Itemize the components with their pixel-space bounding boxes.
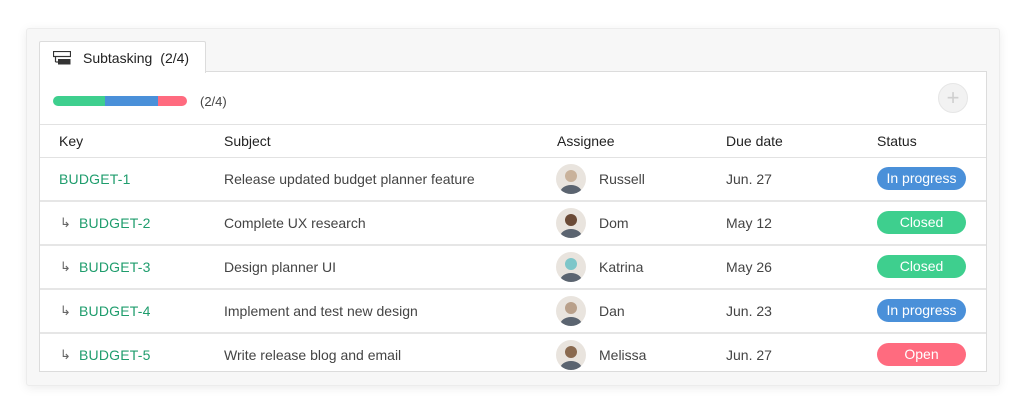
subtask-arrow-icon: ↳ <box>60 215 71 230</box>
task-key-link[interactable]: BUDGET-2 <box>79 215 151 231</box>
table-row[interactable]: ↳ BUDGET-4 Implement and test new design Da… <box>40 290 986 334</box>
column-status[interactable]: Status <box>877 133 917 149</box>
due-date: Jun. 23 <box>726 303 772 319</box>
assignee-name: Melissa <box>599 347 647 363</box>
column-subject[interactable]: Subject <box>224 133 271 149</box>
assignee-name: Dom <box>599 215 629 231</box>
progress-segment-in-progress <box>105 96 158 106</box>
task-subject[interactable]: Design planner UI <box>224 259 336 275</box>
status-badge[interactable]: In progress <box>877 299 966 322</box>
column-due-date[interactable]: Due date <box>726 133 783 149</box>
table-row[interactable]: ↳ BUDGET-2 Complete UX research Dom May 12 Cl… <box>40 202 986 246</box>
task-subject[interactable]: Implement and test new design <box>224 303 418 319</box>
tab-subtasking[interactable]: Subtasking (2/4) <box>39 41 206 73</box>
assignee-name: Katrina <box>599 259 644 275</box>
avatar <box>556 164 586 194</box>
subtask-icon <box>53 50 73 66</box>
task-key-link[interactable]: BUDGET-3 <box>79 259 151 275</box>
progress-text: (2/4) <box>200 94 227 109</box>
avatar <box>556 296 586 326</box>
due-date: Jun. 27 <box>726 347 772 363</box>
table-row[interactable]: BUDGET-1 Release updated budget planner f… <box>40 158 986 202</box>
table-body: BUDGET-1 Release updated budget planner f… <box>40 158 986 376</box>
task-subject[interactable]: Complete UX research <box>224 215 366 231</box>
subtasking-card: Subtasking (2/4) (2/4) + Key Subject Ass… <box>26 28 1000 386</box>
subtask-table: Key Subject Assignee Due date Status BUD… <box>40 124 986 376</box>
add-subtask-button[interactable]: + <box>938 83 968 113</box>
tab-label: Subtasking <box>83 49 153 66</box>
table-header: Key Subject Assignee Due date Status <box>40 124 986 158</box>
due-date: May 26 <box>726 259 772 275</box>
task-key-link[interactable]: BUDGET-5 <box>79 347 151 363</box>
column-assignee[interactable]: Assignee <box>557 133 615 149</box>
status-badge[interactable]: Closed <box>877 211 966 234</box>
avatar <box>556 252 586 282</box>
assignee-name: Dan <box>599 303 625 319</box>
progress-segment-closed <box>53 96 106 106</box>
task-subject[interactable]: Release updated budget planner feature <box>224 171 475 187</box>
due-date: May 12 <box>726 215 772 231</box>
avatar <box>556 340 586 370</box>
task-subject[interactable]: Write release blog and email <box>224 347 401 363</box>
avatar <box>556 208 586 238</box>
status-badge[interactable]: Closed <box>877 255 966 278</box>
progress-segment-open <box>157 96 187 106</box>
assignee-name: Russell <box>599 171 645 187</box>
progress-bar <box>53 96 187 106</box>
tab-count: (2/4) <box>160 49 190 66</box>
task-key-link[interactable]: BUDGET-4 <box>79 303 151 319</box>
column-key[interactable]: Key <box>59 133 83 149</box>
status-badge[interactable]: Open <box>877 343 966 366</box>
progress-row: (2/4) + <box>40 72 986 124</box>
status-badge[interactable]: In progress <box>877 167 966 190</box>
table-row[interactable]: ↳ BUDGET-5 Write release blog and email Mel… <box>40 334 986 376</box>
subtask-arrow-icon: ↳ <box>60 347 71 362</box>
due-date: Jun. 27 <box>726 171 772 187</box>
subtask-panel: (2/4) + Key Subject Assignee Due date St… <box>39 71 987 372</box>
subtask-arrow-icon: ↳ <box>60 303 71 318</box>
plus-icon: + <box>946 85 960 110</box>
task-key-link[interactable]: BUDGET-1 <box>59 171 131 187</box>
table-row[interactable]: ↳ BUDGET-3 Design planner UI Katrina May 26 C… <box>40 246 986 290</box>
subtask-arrow-icon: ↳ <box>60 259 71 274</box>
